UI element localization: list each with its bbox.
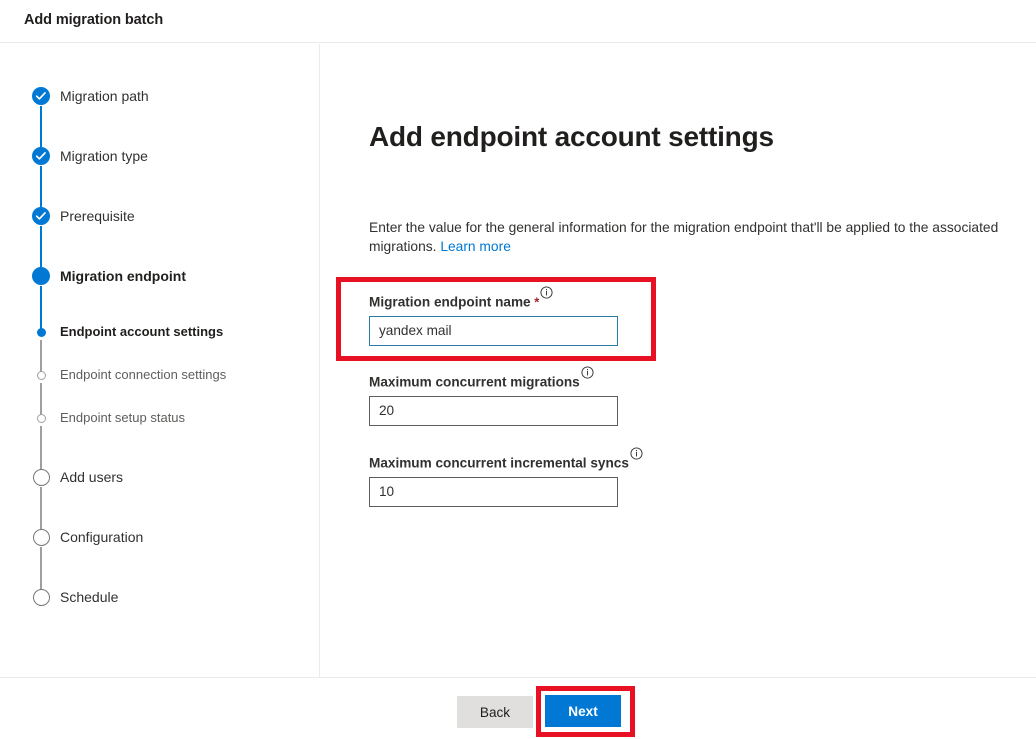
field-label-text: Maximum concurrent incremental syncs <box>369 455 629 471</box>
small-filled-dot-icon <box>30 321 52 343</box>
sidebar-step-endpoint-connection-settings[interactable]: Endpoint connection settings <box>0 363 320 387</box>
sidebar-step-label: Endpoint connection settings <box>60 367 227 382</box>
sidebar-step-label: Add users <box>60 469 124 485</box>
maximum-concurrent-incremental-syncs-label: Maximum concurrent incremental syncs <box>369 447 643 471</box>
sidebar-step-label: Migration endpoint <box>60 268 186 284</box>
field-maximum-concurrent-migrations: Maximum concurrent migrations <box>369 366 618 426</box>
window-title: Add migration batch <box>24 12 164 28</box>
hollow-circle-icon <box>30 586 52 608</box>
sidebar-step-add-users[interactable]: Add users <box>0 465 320 489</box>
sidebar-step-label: Prerequisite <box>60 208 135 224</box>
sidebar-step-configuration[interactable]: Configuration <box>0 525 320 549</box>
migration-endpoint-name-label: Migration endpoint name * <box>369 286 618 310</box>
sidebar-step-migration-endpoint[interactable]: Migration endpoint <box>0 264 320 288</box>
required-asterisk: * <box>530 294 540 310</box>
maximum-concurrent-incremental-syncs-input[interactable] <box>369 476 618 507</box>
sidebar-step-label: Configuration <box>60 529 144 545</box>
field-label-text: Maximum concurrent migrations <box>369 374 580 390</box>
check-circle-icon <box>30 205 52 227</box>
sidebar-step-label: Endpoint account settings <box>60 324 224 339</box>
sidebar-step-schedule[interactable]: Schedule <box>0 585 320 609</box>
maximum-concurrent-migrations-label: Maximum concurrent migrations <box>369 366 618 390</box>
back-button[interactable]: Back <box>457 696 533 728</box>
page-title: Add endpoint account settings <box>369 120 774 152</box>
info-circle-icon[interactable] <box>540 286 553 302</box>
field-maximum-concurrent-incremental-syncs: Maximum concurrent incremental syncs <box>369 447 643 507</box>
window-title-bar: Add migration batch <box>0 0 1036 43</box>
sidebar-step-endpoint-setup-status[interactable]: Endpoint setup status <box>0 406 320 430</box>
next-button[interactable]: Next <box>545 695 621 727</box>
sidebar-step-endpoint-account-settings[interactable]: Endpoint account settings <box>0 320 320 344</box>
sidebar-step-migration-type[interactable]: Migration type <box>0 144 320 168</box>
maximum-concurrent-migrations-input[interactable] <box>369 395 618 426</box>
hollow-circle-icon <box>30 466 52 488</box>
sidebar-step-prerequisite[interactable]: Prerequisite <box>0 204 320 228</box>
migration-endpoint-name-input[interactable] <box>369 315 618 346</box>
main-content: Add endpoint account settings Enter the … <box>321 44 1036 677</box>
sidebar-step-label: Schedule <box>60 589 119 605</box>
page-description: Enter the value for the general informat… <box>369 218 1021 256</box>
sidebar-step-label: Endpoint setup status <box>60 410 186 425</box>
small-hollow-dot-icon <box>30 364 52 386</box>
wizard-sidebar: Migration path Migration type Prerequisi… <box>0 44 320 677</box>
check-circle-icon <box>30 145 52 167</box>
info-circle-icon[interactable] <box>630 447 643 463</box>
filled-circle-icon <box>30 265 52 287</box>
check-circle-icon <box>30 85 52 107</box>
sidebar-step-label: Migration type <box>60 148 148 164</box>
sidebar-step-migration-path[interactable]: Migration path <box>0 84 320 108</box>
sidebar-step-label: Migration path <box>60 88 149 104</box>
learn-more-link[interactable]: Learn more <box>440 239 511 254</box>
field-label-text: Migration endpoint name <box>369 294 531 310</box>
small-hollow-dot-icon <box>30 407 52 429</box>
hollow-circle-icon <box>30 526 52 548</box>
field-migration-endpoint-name: Migration endpoint name * <box>369 286 618 346</box>
info-circle-icon[interactable] <box>581 366 594 382</box>
